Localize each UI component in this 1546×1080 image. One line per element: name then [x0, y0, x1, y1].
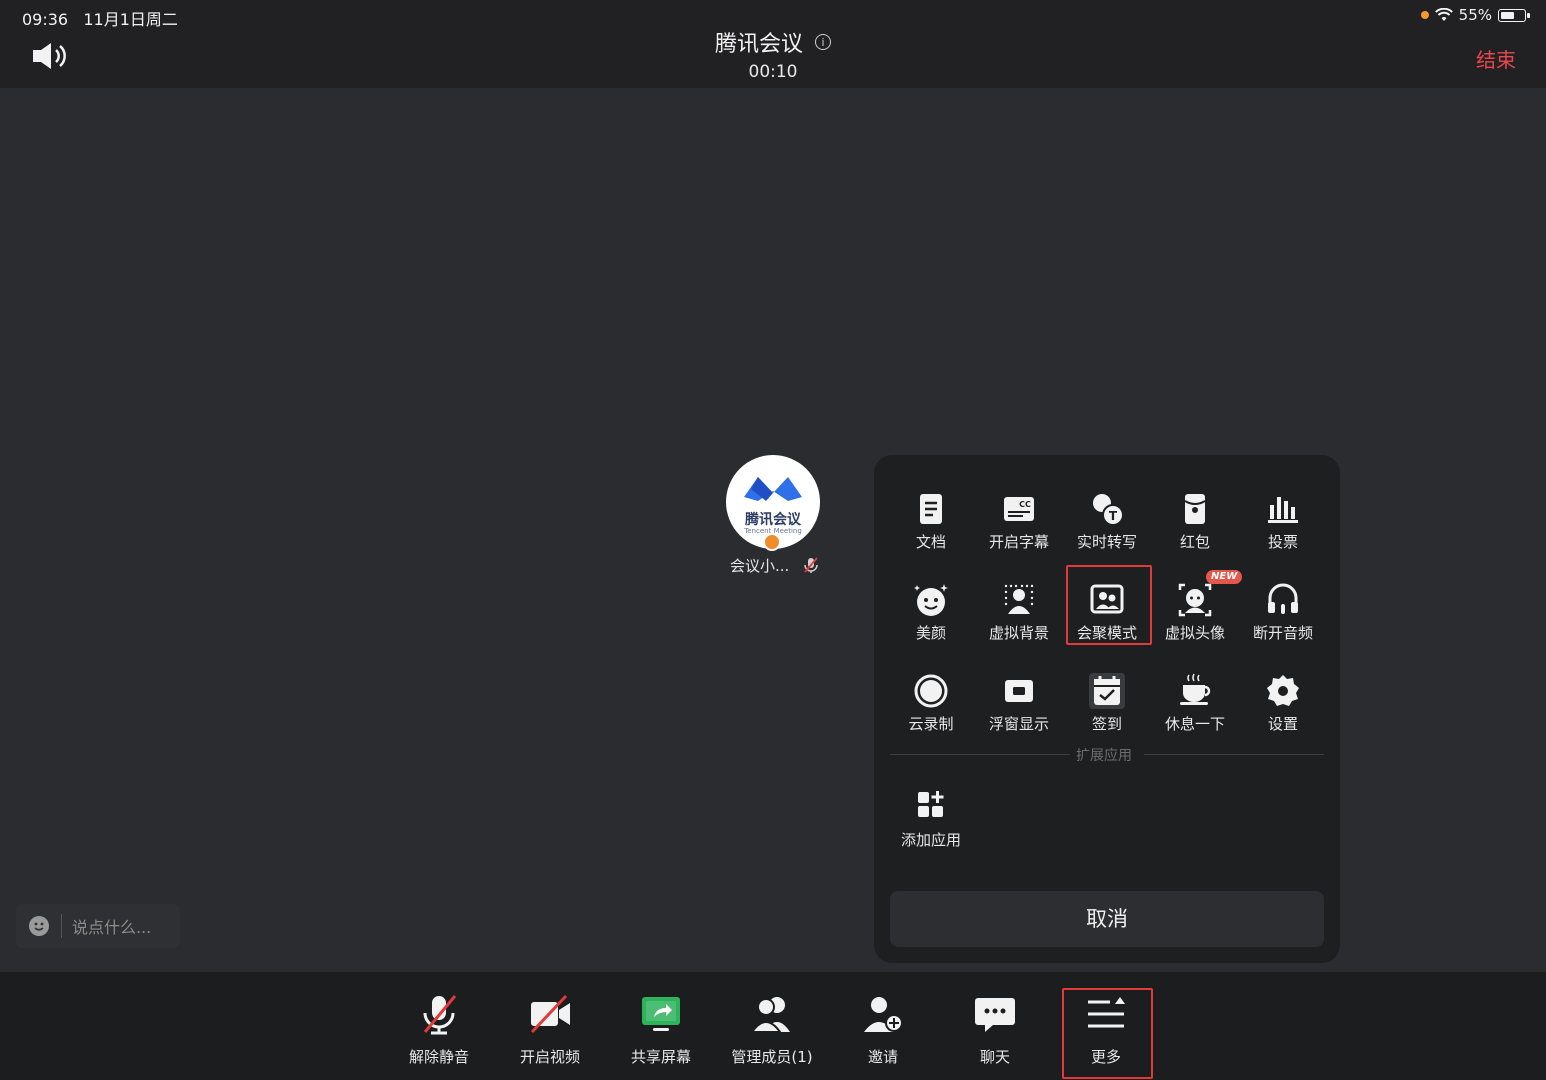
captions-icon: CC: [1004, 497, 1034, 521]
settings-label: 设置: [1267, 715, 1298, 733]
chat-label: 聊天: [979, 1048, 1010, 1066]
emoji-icon[interactable]: [29, 916, 49, 936]
logo-text: 腾讯会议: [745, 512, 801, 528]
invite-button[interactable]: 邀请: [828, 972, 938, 1080]
meeting-title[interactable]: 腾讯会议 i: [715, 26, 831, 58]
video-off-icon: [530, 994, 570, 1034]
manage-members-button[interactable]: 管理成员(1): [717, 972, 827, 1080]
input-divider: [61, 914, 62, 938]
settings-button[interactable]: 设置: [1239, 663, 1327, 743]
battery-icon: [1498, 8, 1530, 22]
cloud-record-label: 云录制: [908, 715, 954, 733]
headphones-icon: [1268, 583, 1298, 614]
settings-icon: [1267, 675, 1299, 706]
section-divider-right: [1144, 754, 1324, 755]
floating-window-label: 浮窗显示: [988, 715, 1049, 733]
cloud-record-button[interactable]: 云录制: [887, 663, 975, 743]
transcribe-button[interactable]: T 实时转写: [1063, 481, 1151, 561]
extended-apps-label: 扩展应用: [1076, 748, 1132, 764]
beauty-label: 美颜: [915, 624, 946, 642]
captions-label: 开启字幕: [988, 533, 1049, 551]
info-icon[interactable]: i: [815, 34, 831, 50]
coffee-icon: [1180, 673, 1211, 705]
floating-window-icon: [1005, 680, 1033, 702]
battery-percent: 55%: [1458, 6, 1492, 24]
vote-button[interactable]: 投票: [1239, 481, 1327, 561]
virtual-avatar-icon: [1178, 583, 1212, 617]
red-packet-icon: [1184, 494, 1206, 524]
check-in-button[interactable]: 签到: [1063, 663, 1151, 743]
chat-icon: [975, 998, 1015, 1032]
document-icon: [920, 494, 942, 524]
svg-text:T: T: [1109, 509, 1118, 523]
participant-name: 会议小...: [730, 557, 790, 575]
take-a-break-label: 休息一下: [1164, 715, 1225, 733]
new-badge: NEW: [1206, 570, 1243, 584]
captions-button[interactable]: CC 开启字幕: [975, 481, 1063, 561]
vote-icon: [1268, 497, 1298, 523]
virtual-background-icon: [1004, 584, 1034, 614]
svg-text:CC: CC: [1019, 500, 1031, 509]
share-screen-button[interactable]: 共享屏幕: [606, 972, 716, 1080]
cloud-record-icon: [914, 674, 948, 708]
unmute-button[interactable]: 解除静音: [384, 972, 494, 1080]
section-divider-left: [890, 754, 1070, 755]
check-in-label: 签到: [1091, 715, 1122, 733]
meeting-timer: 00:10: [748, 62, 798, 82]
beauty-button[interactable]: 美颜: [887, 572, 975, 652]
more-panel: 文档 CC 开启字幕 T 实时转写 红包 投票 美颜 虚拟背景 会聚模式 NEW…: [874, 455, 1340, 963]
start-video-label: 开启视频: [519, 1048, 580, 1066]
chat-button[interactable]: 聊天: [940, 972, 1050, 1080]
beauty-icon: [914, 584, 948, 616]
add-app-label: 添加应用: [900, 831, 961, 849]
start-video-button[interactable]: 开启视频: [495, 972, 605, 1080]
mic-muted-icon: [423, 995, 457, 1035]
virtual-background-label: 虚拟背景: [988, 624, 1049, 642]
top-bar: 09:36 11月1日周二 55% 腾讯会议 i 00:10 结束: [0, 0, 1546, 88]
invite-label: 邀请: [867, 1048, 898, 1066]
transcribe-icon: T: [1093, 494, 1124, 526]
document-label: 文档: [915, 533, 946, 551]
virtual-avatar-button[interactable]: NEW 虚拟头像: [1151, 570, 1243, 652]
invite-icon: [864, 997, 903, 1032]
take-a-break-button[interactable]: 休息一下: [1151, 663, 1239, 743]
check-in-icon: [1089, 673, 1125, 709]
add-app-button[interactable]: 添加应用: [887, 781, 975, 851]
unmute-label: 解除静音: [408, 1048, 469, 1066]
transcribe-label: 实时转写: [1076, 533, 1137, 551]
document-button[interactable]: 文档: [887, 481, 975, 561]
mic-muted-icon: [804, 557, 818, 573]
vote-label: 投票: [1267, 533, 1298, 551]
manage-members-label: 管理成员(1): [731, 1048, 813, 1066]
cancel-button[interactable]: 取消: [890, 891, 1324, 947]
disconnect-audio-button[interactable]: 断开音频: [1239, 572, 1327, 652]
add-app-icon: [918, 791, 944, 817]
host-badge-icon: [763, 533, 781, 551]
disconnect-audio-label: 断开音频: [1252, 624, 1313, 642]
meeting-title-area: 腾讯会议 i 00:10: [0, 26, 1546, 82]
mic-in-use-indicator-icon: [1420, 11, 1429, 19]
more-button-highlight: [1062, 988, 1153, 1079]
members-icon: [750, 997, 790, 1033]
together-mode-highlight: [1066, 565, 1152, 645]
bottom-toolbar: 解除静音 开启视频 共享屏幕 管理成员(1) 邀请 聊天 更多: [0, 972, 1546, 1080]
chat-placeholder: 说点什么...: [72, 918, 152, 937]
share-screen-icon: [642, 997, 680, 1031]
share-screen-label: 共享屏幕: [630, 1048, 691, 1066]
wifi-icon: [1434, 8, 1453, 21]
virtual-background-button[interactable]: 虚拟背景: [975, 572, 1063, 652]
floating-window-button[interactable]: 浮窗显示: [975, 663, 1063, 743]
meeting-title-text: 腾讯会议: [714, 32, 803, 57]
red-packet-button[interactable]: 红包: [1151, 481, 1239, 561]
chat-input[interactable]: 说点什么...: [16, 904, 180, 948]
status-indicators: 55%: [1420, 6, 1530, 24]
red-packet-label: 红包: [1179, 533, 1210, 551]
virtual-avatar-label: 虚拟头像: [1164, 624, 1225, 642]
end-meeting-button[interactable]: 结束: [1476, 44, 1516, 73]
